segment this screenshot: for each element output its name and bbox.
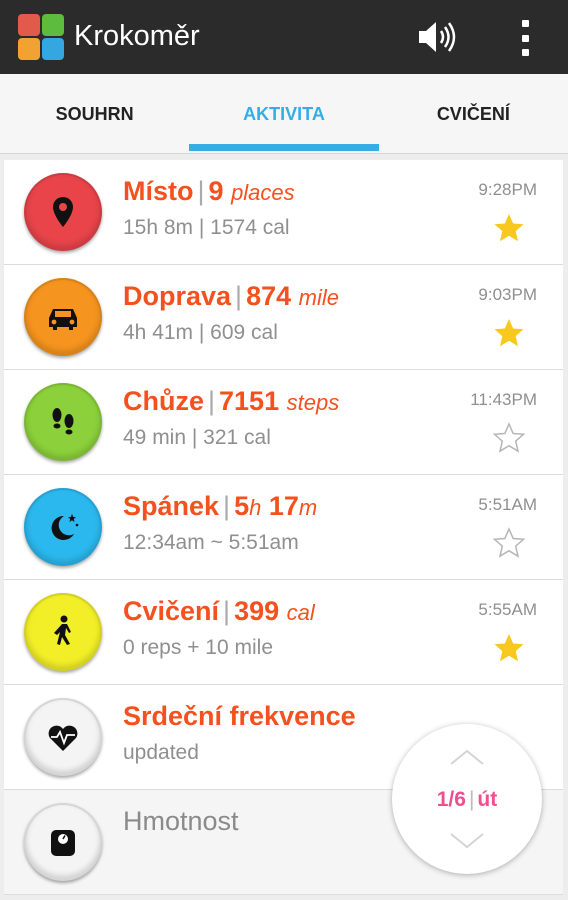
tab-aktivita[interactable]: AKTIVITA — [189, 74, 379, 153]
walking-person-icon — [24, 593, 102, 671]
activity-title: Spánek | 5h 17m — [123, 491, 318, 521]
star-empty-icon[interactable] — [493, 527, 525, 559]
activity-title: Chůze | 7151 steps — [123, 386, 340, 416]
star-filled-icon[interactable] — [493, 317, 525, 349]
footsteps-icon — [24, 383, 102, 461]
activity-time: 9:03PM — [478, 285, 537, 304]
activity-title: Místo | 9 places — [123, 176, 295, 206]
list-item-doprava[interactable]: Doprava | 874 mile 4h 41m | 609 cal 9:03PM — [4, 265, 563, 370]
star-empty-icon[interactable] — [493, 422, 525, 454]
list-item-cviceni[interactable]: Cvičení | 399 cal 0 reps + 10 mile 5:55AM — [4, 580, 563, 685]
activity-time: 5:51AM — [478, 495, 537, 514]
action-bar: Krokoměr — [0, 0, 568, 74]
overflow-menu-icon[interactable] — [518, 20, 532, 56]
activity-title: Cvičení | 399 cal — [123, 596, 315, 626]
activity-title: Srdeční frekvence — [123, 701, 356, 731]
activity-title: Doprava | 874 mile — [123, 281, 339, 311]
tab-souhrn[interactable]: SOUHRN — [0, 74, 189, 153]
activity-detail: 12:34am ~ 5:51am — [123, 531, 299, 554]
activity-time: 11:43PM — [470, 390, 537, 409]
list-item-chuze[interactable]: Chůze | 7151 steps 49 min | 321 cal 11:43P… — [4, 370, 563, 475]
date-pager[interactable]: 1/6 | út — [392, 724, 542, 874]
list-item-misto[interactable]: Místo | 9 places 15h 8m | 1574 cal 9:28PM — [4, 160, 563, 265]
moon-stars-icon — [24, 488, 102, 566]
activity-detail: 0 reps + 10 mile — [123, 636, 273, 659]
activity-detail: 15h 8m | 1574 cal — [123, 216, 290, 239]
speaker-icon[interactable] — [416, 18, 456, 56]
activity-title: Hmotnost — [123, 806, 239, 836]
tab-bar: SOUHRN AKTIVITA CVIČENÍ — [0, 74, 568, 154]
activity-detail: 49 min | 321 cal — [123, 426, 271, 449]
list-item-spanek[interactable]: Spánek | 5h 17m 12:34am ~ 5:51am 5:51AM — [4, 475, 563, 580]
chevron-up-icon[interactable] — [449, 748, 485, 766]
heart-rate-icon — [24, 698, 102, 776]
activity-detail: 4h 41m | 609 cal — [123, 321, 278, 344]
activity-time: 9:28PM — [478, 180, 537, 199]
location-pin-icon — [24, 173, 102, 251]
app-title: Krokoměr — [74, 20, 200, 52]
star-filled-icon[interactable] — [493, 212, 525, 244]
car-icon — [24, 278, 102, 356]
activity-time: 5:55AM — [478, 600, 537, 619]
chevron-down-icon[interactable] — [449, 832, 485, 850]
pager-label: 1/6 | út — [436, 788, 498, 811]
tab-cviceni[interactable]: CVIČENÍ — [379, 74, 568, 153]
app-logo-icon — [18, 14, 64, 60]
star-filled-icon[interactable] — [493, 632, 525, 664]
activity-detail: updated — [123, 741, 199, 764]
scale-icon — [24, 803, 102, 881]
